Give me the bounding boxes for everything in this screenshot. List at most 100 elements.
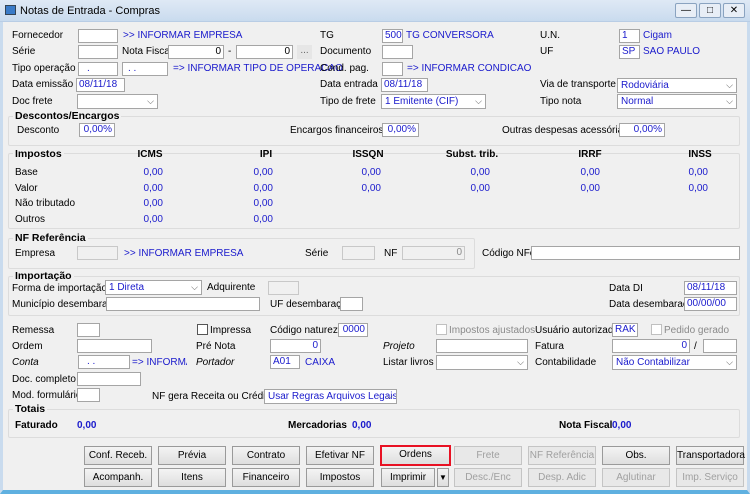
- tipo-operacao-input-1[interactable]: .: [78, 62, 118, 76]
- maximize-button[interactable]: □: [699, 3, 721, 18]
- itens-button[interactable]: Itens: [158, 468, 226, 487]
- impressa-checkbox[interactable]: [197, 324, 208, 335]
- tipo-operacao-link[interactable]: => INFORMAR TIPO DE OPERACAO: [173, 63, 343, 74]
- via-transporte-select[interactable]: Rodoviária ⌵: [617, 78, 737, 93]
- obs-button[interactable]: Obs.: [602, 446, 670, 465]
- tg-input[interactable]: 500: [382, 29, 403, 43]
- impostos-button[interactable]: Impostos: [306, 468, 374, 487]
- uf-input[interactable]: SP: [619, 45, 640, 59]
- empresa-link[interactable]: >> INFORMAR EMPRESA: [124, 248, 243, 259]
- data-entrada-input[interactable]: 08/11/18: [381, 78, 428, 92]
- contabilidade-value: Não Contabilizar: [616, 357, 690, 368]
- chevron-down-icon: ⌵: [147, 96, 154, 106]
- desconto-input[interactable]: 0,00%: [79, 123, 115, 137]
- encargos-label: Encargos financeiros: [290, 125, 384, 136]
- projeto-input[interactable]: [436, 339, 528, 353]
- codigo-natureza-input[interactable]: 0000: [338, 323, 368, 337]
- impostos-ajustados-checkbox[interactable]: [436, 324, 447, 335]
- outras-despesas-input[interactable]: 0,00%: [619, 123, 665, 137]
- data-emissao-input[interactable]: 08/11/18: [76, 78, 125, 92]
- frete-button[interactable]: Frete: [454, 446, 522, 465]
- codigo-nfe-input[interactable]: [531, 246, 740, 260]
- uf-desembaraco-label: UF desembaraço: [270, 299, 347, 310]
- conf-receb-button[interactable]: Conf. Receb.: [84, 446, 152, 465]
- remessa-input[interactable]: [77, 323, 100, 337]
- usuario-autorizado-label: Usuário autorizado: [535, 325, 619, 336]
- data-desembaraco-input[interactable]: 00/00/00: [684, 297, 737, 311]
- doc-frete-select[interactable]: ⌵: [77, 94, 158, 109]
- fornecedor-link[interactable]: >> INFORMAR EMPRESA: [123, 30, 242, 41]
- minimize-button[interactable]: —: [675, 3, 697, 18]
- encargos-input[interactable]: 0,00%: [382, 123, 419, 137]
- imprimir-button[interactable]: Imprimir: [381, 468, 435, 487]
- usuario-autorizado-input[interactable]: RAK: [612, 323, 638, 337]
- close-button[interactable]: ✕: [723, 3, 745, 18]
- app-icon: [5, 5, 16, 15]
- nf-gera-select[interactable]: Usar Regras Arquivos Legais ⌵: [264, 389, 397, 404]
- efetivar-nf-button[interactable]: Efetivar NF: [306, 446, 374, 465]
- uf-desembaraco-input[interactable]: [340, 297, 363, 311]
- nf-ref-nf-input[interactable]: 0: [402, 246, 465, 260]
- cond-pag-input[interactable]: [382, 62, 403, 76]
- ordem-input[interactable]: [77, 339, 152, 353]
- via-transporte-label: Via de transporte: [540, 79, 616, 90]
- documento-label: Documento: [320, 46, 372, 57]
- portador-input[interactable]: A01: [270, 355, 300, 369]
- pre-via-button[interactable]: Prévia: [158, 446, 226, 465]
- tipo-nota-select[interactable]: Normal ⌵: [617, 94, 737, 109]
- importacao-title: Importação: [13, 270, 74, 282]
- acompanh-button[interactable]: Acompanh.: [84, 468, 152, 487]
- listar-livros-select[interactable]: ⌵: [436, 355, 528, 370]
- tipo-frete-label: Tipo de frete: [320, 96, 376, 107]
- mod-formulario-input[interactable]: [77, 388, 100, 402]
- fatura-input[interactable]: 0: [612, 339, 690, 353]
- fornecedor-input[interactable]: [78, 29, 118, 43]
- data-di-input[interactable]: 08/11/18: [684, 281, 737, 295]
- tipo-frete-select[interactable]: 1 Emitente (CIF) ⌵: [381, 94, 486, 109]
- serie-input[interactable]: [78, 45, 118, 59]
- empresa-input[interactable]: [77, 246, 118, 260]
- forma-importacao-select[interactable]: 1 Direta ⌵: [105, 280, 202, 295]
- cond-pag-link[interactable]: => INFORMAR CONDICAO DE PA: [407, 63, 535, 74]
- imp-servic-o-button[interactable]: Imp. Serviço: [676, 468, 744, 487]
- fornecedor-label: Fornecedor: [12, 30, 64, 41]
- transportadora-button[interactable]: Transportadora: [676, 446, 745, 465]
- tg-label: TG: [320, 30, 334, 41]
- pedido-gerado-checkbox[interactable]: [651, 324, 662, 335]
- un-name: Cigam: [643, 30, 672, 41]
- contabilidade-select[interactable]: Não Contabilizar ⌵: [612, 355, 737, 370]
- pre-nota-input[interactable]: 0: [270, 339, 321, 353]
- impostos-value: 0,00: [143, 214, 163, 225]
- nf-refere-ncia-button[interactable]: NF Referência: [528, 446, 596, 465]
- desc-enc-button[interactable]: Desc./Enc: [454, 468, 522, 487]
- codigo-natureza-label: Código natureza: [270, 325, 344, 336]
- impostos-column-header: INSS: [688, 149, 712, 160]
- nf-ref-serie-input[interactable]: [342, 246, 375, 260]
- desp-adic-button[interactable]: Desp. Adic: [528, 468, 596, 487]
- un-input[interactable]: 1: [619, 29, 640, 43]
- imprimir-dropdown-icon[interactable]: ▼: [437, 468, 449, 487]
- conta-link[interactable]: => INFORMAI: [132, 357, 187, 368]
- nota-fiscal-to-input[interactable]: 0: [236, 45, 293, 59]
- impostos-value: 0,00: [361, 183, 381, 194]
- doc-completo-input[interactable]: [77, 372, 141, 386]
- ellipsis-button[interactable]: ...: [297, 45, 312, 59]
- impostos-column-header: IRRF: [578, 149, 602, 160]
- ordens-button[interactable]: Ordens: [380, 445, 451, 466]
- tipo-operacao-input-2[interactable]: . .: [122, 62, 168, 76]
- impostos-column-header: ISSQN: [352, 149, 384, 160]
- fatura-2-input[interactable]: [703, 339, 737, 353]
- adquirente-input[interactable]: [268, 281, 299, 295]
- nota-fiscal-label: Nota Fiscal: [122, 46, 173, 57]
- impostos-value: 0,00: [253, 183, 273, 194]
- uf-label: UF: [540, 46, 554, 57]
- nota-fiscal-from-input[interactable]: 0: [168, 45, 224, 59]
- municipio-input[interactable]: [106, 297, 260, 311]
- contrato-button[interactable]: Contrato: [232, 446, 300, 465]
- documento-input[interactable]: [382, 45, 413, 59]
- listar-livros-label: Listar livros: [383, 357, 434, 368]
- totais-title: Totais: [13, 403, 48, 415]
- conta-input[interactable]: . .: [78, 355, 130, 369]
- financeiro-button[interactable]: Financeiro: [232, 468, 300, 487]
- aglutinar-button[interactable]: Aglutinar: [602, 468, 670, 487]
